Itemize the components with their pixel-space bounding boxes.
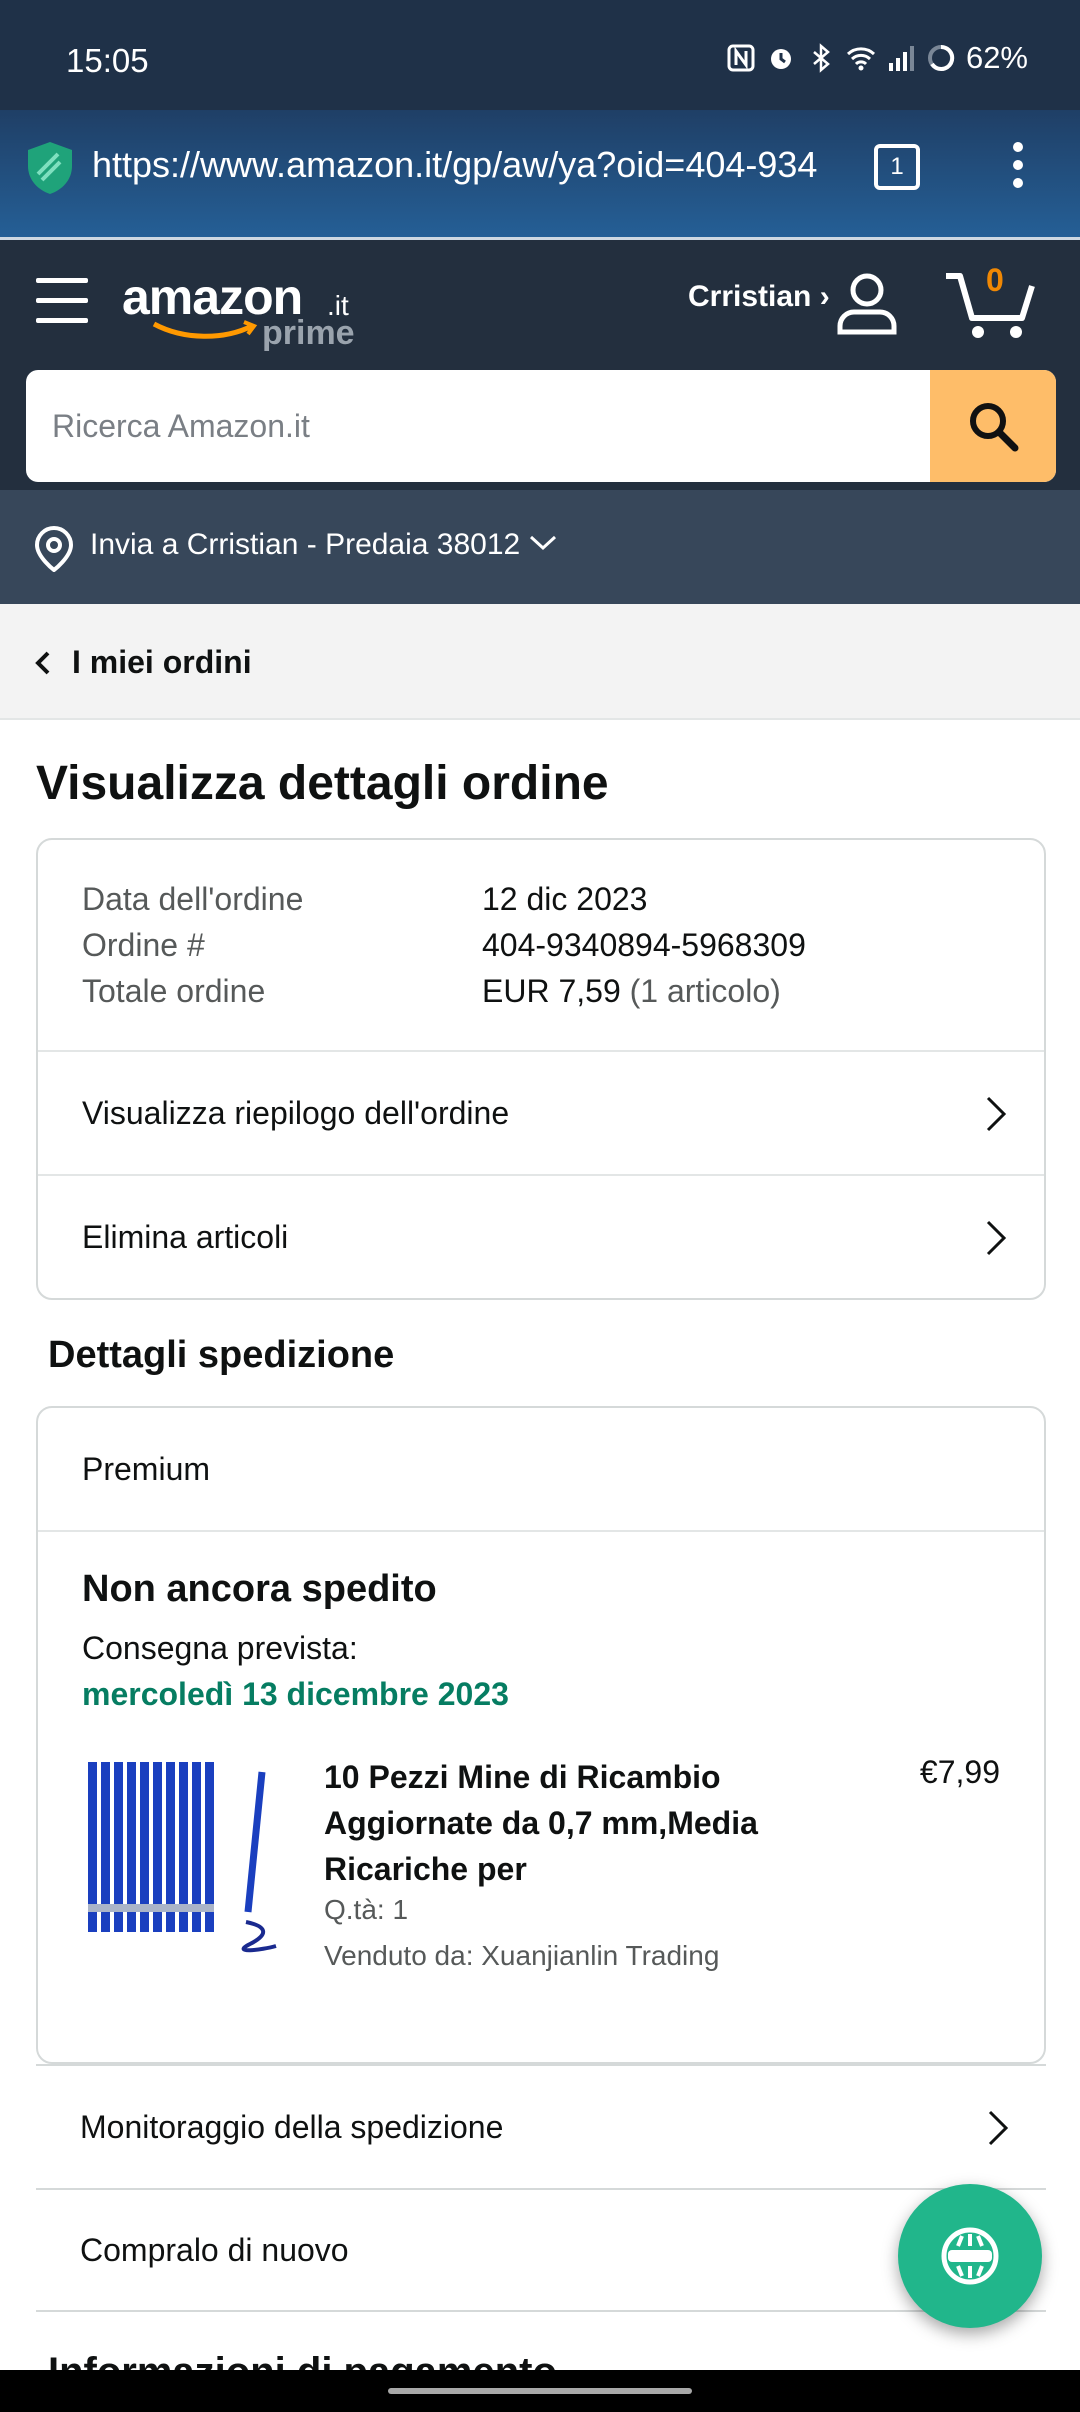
status-icons: 62% (726, 40, 1028, 76)
track-shipment-link[interactable]: Monitoraggio della spedizione (36, 2064, 1046, 2188)
status-time: 15:05 (66, 42, 149, 79)
chevron-left-icon (35, 651, 50, 675)
logo-prime: prime (262, 314, 355, 352)
product-thumbnail[interactable] (82, 1754, 282, 1954)
floating-assistant-button[interactable] (898, 2184, 1042, 2328)
browser-url-bar: https://www.amazon.it/gp/aw/ya?oid=404-9… (0, 110, 1080, 240)
delivery-location-label: Invia a Crristian - Predaia 38012 (90, 528, 521, 561)
order-total-label: Totale ordine (82, 973, 266, 1009)
battery-percent: 62% (965, 40, 1028, 75)
order-summary-link[interactable]: Visualizza riepilogo dell'ordine (38, 1050, 1044, 1174)
shield-icon[interactable] (24, 140, 76, 196)
shipping-card: Premium Non ancora spedito Consegna prev… (36, 1406, 1046, 2064)
delete-items-link[interactable]: Elimina articoli (38, 1174, 1044, 1298)
order-item-count: (1 articolo) (629, 973, 781, 1009)
hamburger-menu-icon[interactable] (36, 278, 88, 338)
system-nav-bar (0, 2370, 1080, 2412)
order-total-value: EUR 7,59 (482, 973, 621, 1009)
robot-icon (941, 2227, 999, 2285)
order-date-row: Data dell'ordine 12 dic 2023 (82, 876, 1000, 922)
location-pin-icon (34, 526, 74, 572)
order-info: Data dell'ordine 12 dic 2023 Ordine # 40… (38, 840, 1044, 1050)
chevron-right-icon (988, 2110, 1009, 2146)
amazon-header: amazon .it prime Crristian › 0 (0, 240, 1080, 490)
search-icon (970, 403, 1019, 452)
track-shipment-label: Monitoraggio della spedizione (80, 2108, 504, 2145)
order-number-value: 404-9340894-5968309 (482, 927, 806, 963)
bluetooth-icon (813, 43, 830, 73)
breadcrumb[interactable]: I miei ordini (0, 604, 1080, 720)
order-total-row: Totale ordine EUR 7,59 (1 articolo) (82, 968, 1000, 1014)
delivery-location-bar[interactable]: Invia a Crristian - Predaia 38012 (0, 490, 1080, 604)
wifi-icon (846, 47, 875, 71)
battery-icon (927, 44, 955, 71)
account-link[interactable]: Crristian › (688, 280, 830, 314)
url-text[interactable]: https://www.amazon.it/gp/aw/ya?oid=404-9… (92, 144, 837, 186)
product-price: €7,99 (919, 1754, 1000, 1790)
delivery-estimate-date: mercoledì 13 dicembre 2023 (82, 1676, 509, 1712)
order-info-card: Data dell'ordine 12 dic 2023 Ordine # 40… (36, 838, 1046, 1300)
tab-switcher-button[interactable]: 1 (874, 144, 920, 190)
search-input[interactable] (26, 370, 930, 482)
order-date-value: 12 dic 2023 (482, 881, 648, 917)
page-title: Visualizza dettagli ordine (36, 757, 609, 810)
cart-button[interactable]: 0 (942, 262, 1042, 342)
shipment-status: Non ancora spedito (82, 1568, 437, 1610)
cart-count: 0 (986, 262, 1004, 298)
order-date-label: Data dell'ordine (82, 881, 304, 917)
product-quantity: Q.tà: 1 (324, 1894, 409, 1925)
home-gesture-handle[interactable] (388, 2388, 692, 2394)
order-number-label: Ordine # (82, 927, 205, 963)
product-title[interactable]: 10 Pezzi Mine di Ricambio Aggiornate da … (324, 1754, 794, 1892)
product-seller: Venduto da: Xuanjianlin Trading (324, 1940, 720, 1971)
logo-smile-icon (152, 320, 258, 339)
buy-again-label: Compralo di nuovo (80, 2231, 349, 2268)
shipping-section-title: Dettagli spedizione (48, 1334, 395, 1376)
chevron-right-icon (986, 1220, 1007, 1256)
alarm-icon (770, 49, 791, 69)
breadcrumb-label: I miei ordini (72, 644, 252, 680)
order-number-row: Ordine # 404-9340894-5968309 (82, 922, 1000, 968)
status-bar: 15:05 62% (0, 0, 1080, 110)
browser-menu-icon[interactable] (1008, 142, 1028, 194)
delivery-estimate-label: Consegna prevista: (82, 1630, 358, 1666)
delete-items-label: Elimina articoli (82, 1218, 289, 1255)
buy-again-link[interactable]: Compralo di nuovo (36, 2188, 1046, 2312)
shipment-details: Non ancora spedito Consegna prevista: me… (38, 1532, 1044, 2062)
nfc-icon (727, 44, 755, 72)
order-summary-label: Visualizza riepilogo dell'ordine (82, 1094, 510, 1131)
amazon-logo[interactable]: amazon .it prime (122, 268, 372, 352)
search-bar (26, 370, 1056, 482)
search-button[interactable] (930, 370, 1056, 482)
shipping-type: Premium (38, 1408, 1044, 1532)
chevron-down-icon (529, 535, 557, 551)
user-icon[interactable] (834, 270, 900, 336)
chevron-right-icon (986, 1096, 1007, 1132)
signal-icon (888, 46, 914, 71)
